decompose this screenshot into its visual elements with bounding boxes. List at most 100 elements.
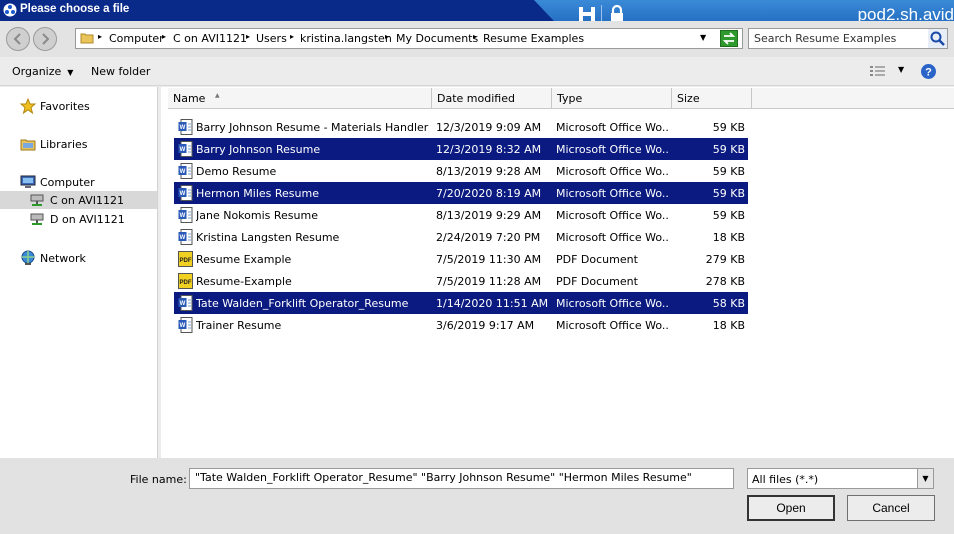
file-name-cell: Kristina Langsten Resume xyxy=(196,231,340,244)
open-button[interactable]: Open xyxy=(747,495,835,521)
refresh-button[interactable] xyxy=(720,30,738,47)
view-list-icon[interactable] xyxy=(869,64,887,78)
search-box[interactable] xyxy=(748,28,948,49)
column-header-label: Type xyxy=(557,92,583,105)
file-date-cell: 8/13/2019 9:29 AM xyxy=(436,209,542,222)
file-type-cell: Microsoft Office Wo... xyxy=(556,121,668,134)
svg-text:W: W xyxy=(180,147,186,153)
file-name-cell: Resume Example xyxy=(196,253,292,266)
window-title: Please choose a file xyxy=(20,3,130,15)
sidebar-item-computer[interactable]: Computer xyxy=(0,173,157,191)
address-row: ▸ Computer ▸ C on AVI1121 ▸ Users ▸ kris… xyxy=(0,21,954,57)
column-header-name[interactable]: Name ▲ xyxy=(168,88,432,109)
svg-text:PDF: PDF xyxy=(180,280,192,286)
file-name-cell: Tate Walden_Forklift Operator_Resume xyxy=(196,297,409,310)
breadcrumb-resume-examples[interactable]: Resume Examples xyxy=(483,32,584,45)
chevron-down-icon[interactable]: ▼ xyxy=(898,65,904,74)
sidebar-item-favorites[interactable]: Favorites xyxy=(0,97,157,115)
chevron-right-icon[interactable]: ▸ xyxy=(290,32,294,41)
breadcrumb-computer[interactable]: Computer xyxy=(109,32,164,45)
back-button[interactable] xyxy=(6,27,30,51)
chevron-right-icon[interactable]: ▸ xyxy=(473,32,477,41)
folder-icon xyxy=(80,33,94,44)
file-type-cell: PDF Document xyxy=(556,275,638,288)
column-header-label: Name xyxy=(173,92,206,105)
file-date-cell: 3/6/2019 9:17 AM xyxy=(436,319,535,332)
sidebar-item-label: Libraries xyxy=(40,138,88,151)
chevron-right-icon[interactable]: ▸ xyxy=(98,32,102,41)
sort-ascending-icon: ▲ xyxy=(215,92,220,99)
help-icon[interactable]: ? xyxy=(920,63,937,80)
breadcrumb-users[interactable]: Users xyxy=(256,32,287,45)
chevron-down-icon[interactable]: ▼ xyxy=(700,33,706,42)
file-size-cell: 59 KB xyxy=(712,121,745,134)
file-row[interactable]: W Tate Walden_Forklift Operator_Resume 1/1… xyxy=(174,292,748,314)
new-folder-button[interactable]: New folder xyxy=(91,65,150,78)
file-name-input[interactable]: "Tate Walden_Forklift Operator_Resume" "… xyxy=(189,468,734,489)
file-date-cell: 7/20/2020 8:19 AM xyxy=(436,187,542,200)
breadcrumb-user[interactable]: kristina.langsten xyxy=(300,32,392,45)
word-document-icon: W xyxy=(178,295,193,311)
star-icon xyxy=(20,98,36,114)
word-document-icon: W xyxy=(178,119,193,135)
file-row[interactable]: W Kristina Langsten Resume 2/24/2019 7:20 … xyxy=(174,226,748,248)
column-header-label: Date modified xyxy=(437,92,515,105)
svg-text:W: W xyxy=(180,213,186,219)
search-input[interactable] xyxy=(749,29,927,48)
organize-button[interactable]: Organize ▼ xyxy=(12,65,73,78)
file-type-filter[interactable]: All files (*.*) ▼ xyxy=(747,468,934,489)
address-bar[interactable]: ▸ Computer ▸ C on AVI1121 ▸ Users ▸ kris… xyxy=(75,28,743,49)
file-selection-footer: File name: "Tate Walden_Forklift Operato… xyxy=(0,458,954,534)
word-document-icon: W xyxy=(178,185,193,201)
file-type-filter-value: All files (*.*) xyxy=(752,473,819,486)
sidebar-item-libraries[interactable]: Libraries xyxy=(0,135,157,153)
sidebar-item-label: Network xyxy=(40,252,86,265)
file-row[interactable]: W Barry Johnson Resume - Materials Handle… xyxy=(174,116,748,138)
navigation-pane[interactable]: Favorites Libraries Computer C on AVI112… xyxy=(0,87,158,458)
forward-button[interactable] xyxy=(33,27,57,51)
file-row[interactable]: W Demo Resume 8/13/2019 9:28 AM Microsoft O… xyxy=(174,160,748,182)
file-size-cell: 58 KB xyxy=(712,297,745,310)
word-document-icon: W xyxy=(178,207,193,223)
file-name-cell: Barry Johnson Resume xyxy=(196,143,321,156)
file-list[interactable]: Name ▲ Date modified Type Size W Barry Jo… xyxy=(161,87,954,458)
chevron-right-icon[interactable]: ▸ xyxy=(162,32,166,41)
svg-text:PDF: PDF xyxy=(180,258,192,264)
file-size-cell: 18 KB xyxy=(712,231,745,244)
network-drive-icon xyxy=(30,194,44,206)
file-row[interactable]: PDF Resume Example 7/5/2019 11:30 AM PDF Do… xyxy=(174,248,748,270)
network-drive-icon xyxy=(30,213,44,225)
network-icon xyxy=(21,250,35,265)
chevron-right-icon[interactable]: ▸ xyxy=(385,32,389,41)
file-type-cell: Microsoft Office Wo... xyxy=(556,165,668,178)
file-row[interactable]: W Trainer Resume 3/6/2019 9:17 AM Microsoft… xyxy=(174,314,748,336)
svg-text:W: W xyxy=(180,191,186,197)
chevron-down-icon[interactable]: ▼ xyxy=(917,469,933,488)
file-name-cell: Barry Johnson Resume - Materials Handler xyxy=(196,121,429,134)
svg-text:W: W xyxy=(180,169,186,175)
file-row[interactable]: W Jane Nokomis Resume 8/13/2019 9:29 AM Mic… xyxy=(174,204,748,226)
sidebar-item-network[interactable]: Network xyxy=(0,249,157,267)
file-name-cell: Jane Nokomis Resume xyxy=(196,209,318,222)
column-header-date[interactable]: Date modified xyxy=(432,88,552,109)
column-header-type[interactable]: Type xyxy=(552,88,672,109)
sidebar-item-d-drive[interactable]: D on AVI1121 xyxy=(0,210,157,228)
breadcrumb-my-documents[interactable]: My Documents xyxy=(396,32,478,45)
file-date-cell: 7/5/2019 11:30 AM xyxy=(436,253,542,266)
computer-icon xyxy=(20,175,36,188)
file-row[interactable]: W Barry Johnson Resume 12/3/2019 8:32 AM Mi… xyxy=(174,138,748,160)
sidebar-item-label: Favorites xyxy=(40,100,90,113)
column-header-size[interactable]: Size xyxy=(672,88,752,109)
sidebar-item-c-drive[interactable]: C on AVI1121 xyxy=(0,191,157,209)
file-type-cell: Microsoft Office Wo... xyxy=(556,231,668,244)
breadcrumb-c-drive[interactable]: C on AVI1121 xyxy=(173,32,247,45)
search-button[interactable] xyxy=(928,29,947,48)
file-row[interactable]: PDF Resume-Example 7/5/2019 11:28 AM PDF Do… xyxy=(174,270,748,292)
file-date-cell: 7/5/2019 11:28 AM xyxy=(436,275,542,288)
sidebar-item-label: Computer xyxy=(40,176,95,189)
cancel-button[interactable]: Cancel xyxy=(847,495,935,521)
file-size-cell: 18 KB xyxy=(712,319,745,332)
file-row[interactable]: W Hermon Miles Resume 7/20/2020 8:19 AM Mic… xyxy=(174,182,748,204)
file-name-cell: Resume-Example xyxy=(196,275,292,288)
chevron-right-icon[interactable]: ▸ xyxy=(246,32,250,41)
